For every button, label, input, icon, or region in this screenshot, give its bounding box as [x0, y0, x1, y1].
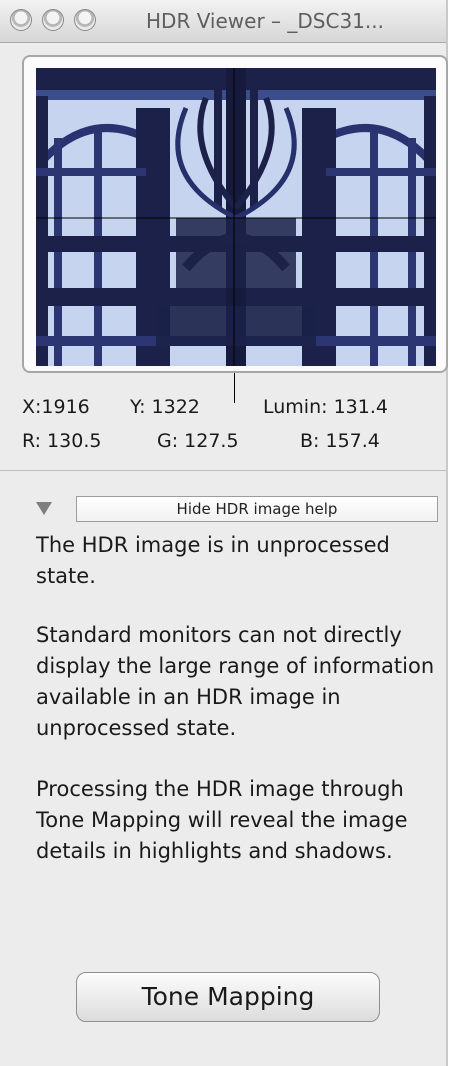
hdr-viewer-window: HDR Viewer – _DSC31... X:1916 Y: 1322 Lu…: [0, 0, 448, 1066]
green-value: G: 127.5: [157, 430, 239, 452]
help-text-unprocessed: The HDR image is in unprocessed state.: [36, 533, 390, 588]
disclosure-triangle-icon[interactable]: [36, 502, 52, 515]
help-text-tone-mapping: Processing the HDR image through Tone Ma…: [36, 777, 408, 863]
help-text-monitors: Standard monitors can not directly displ…: [36, 623, 435, 740]
title-bar[interactable]: HDR Viewer – _DSC31...: [0, 0, 446, 43]
hdr-image-thumbnail: [36, 68, 436, 366]
hdr-image-preview[interactable]: [36, 68, 436, 366]
section-divider: [0, 470, 446, 471]
window-title: HDR Viewer – _DSC31...: [146, 9, 384, 33]
red-value: R: 130.5: [22, 430, 102, 452]
crosshair-extension: [234, 373, 235, 403]
close-window-icon[interactable]: [10, 9, 32, 31]
y-coordinate: Y: 1322: [130, 396, 200, 418]
zoom-window-icon[interactable]: [74, 9, 96, 31]
minimize-window-icon[interactable]: [42, 9, 64, 31]
luminance-value: Lumin: 131.4: [263, 396, 388, 418]
x-coordinate: X:1916: [22, 396, 90, 418]
hide-help-button[interactable]: Hide HDR image help: [76, 496, 438, 522]
tone-mapping-button[interactable]: Tone Mapping: [76, 972, 380, 1022]
blue-value: B: 157.4: [300, 430, 380, 452]
